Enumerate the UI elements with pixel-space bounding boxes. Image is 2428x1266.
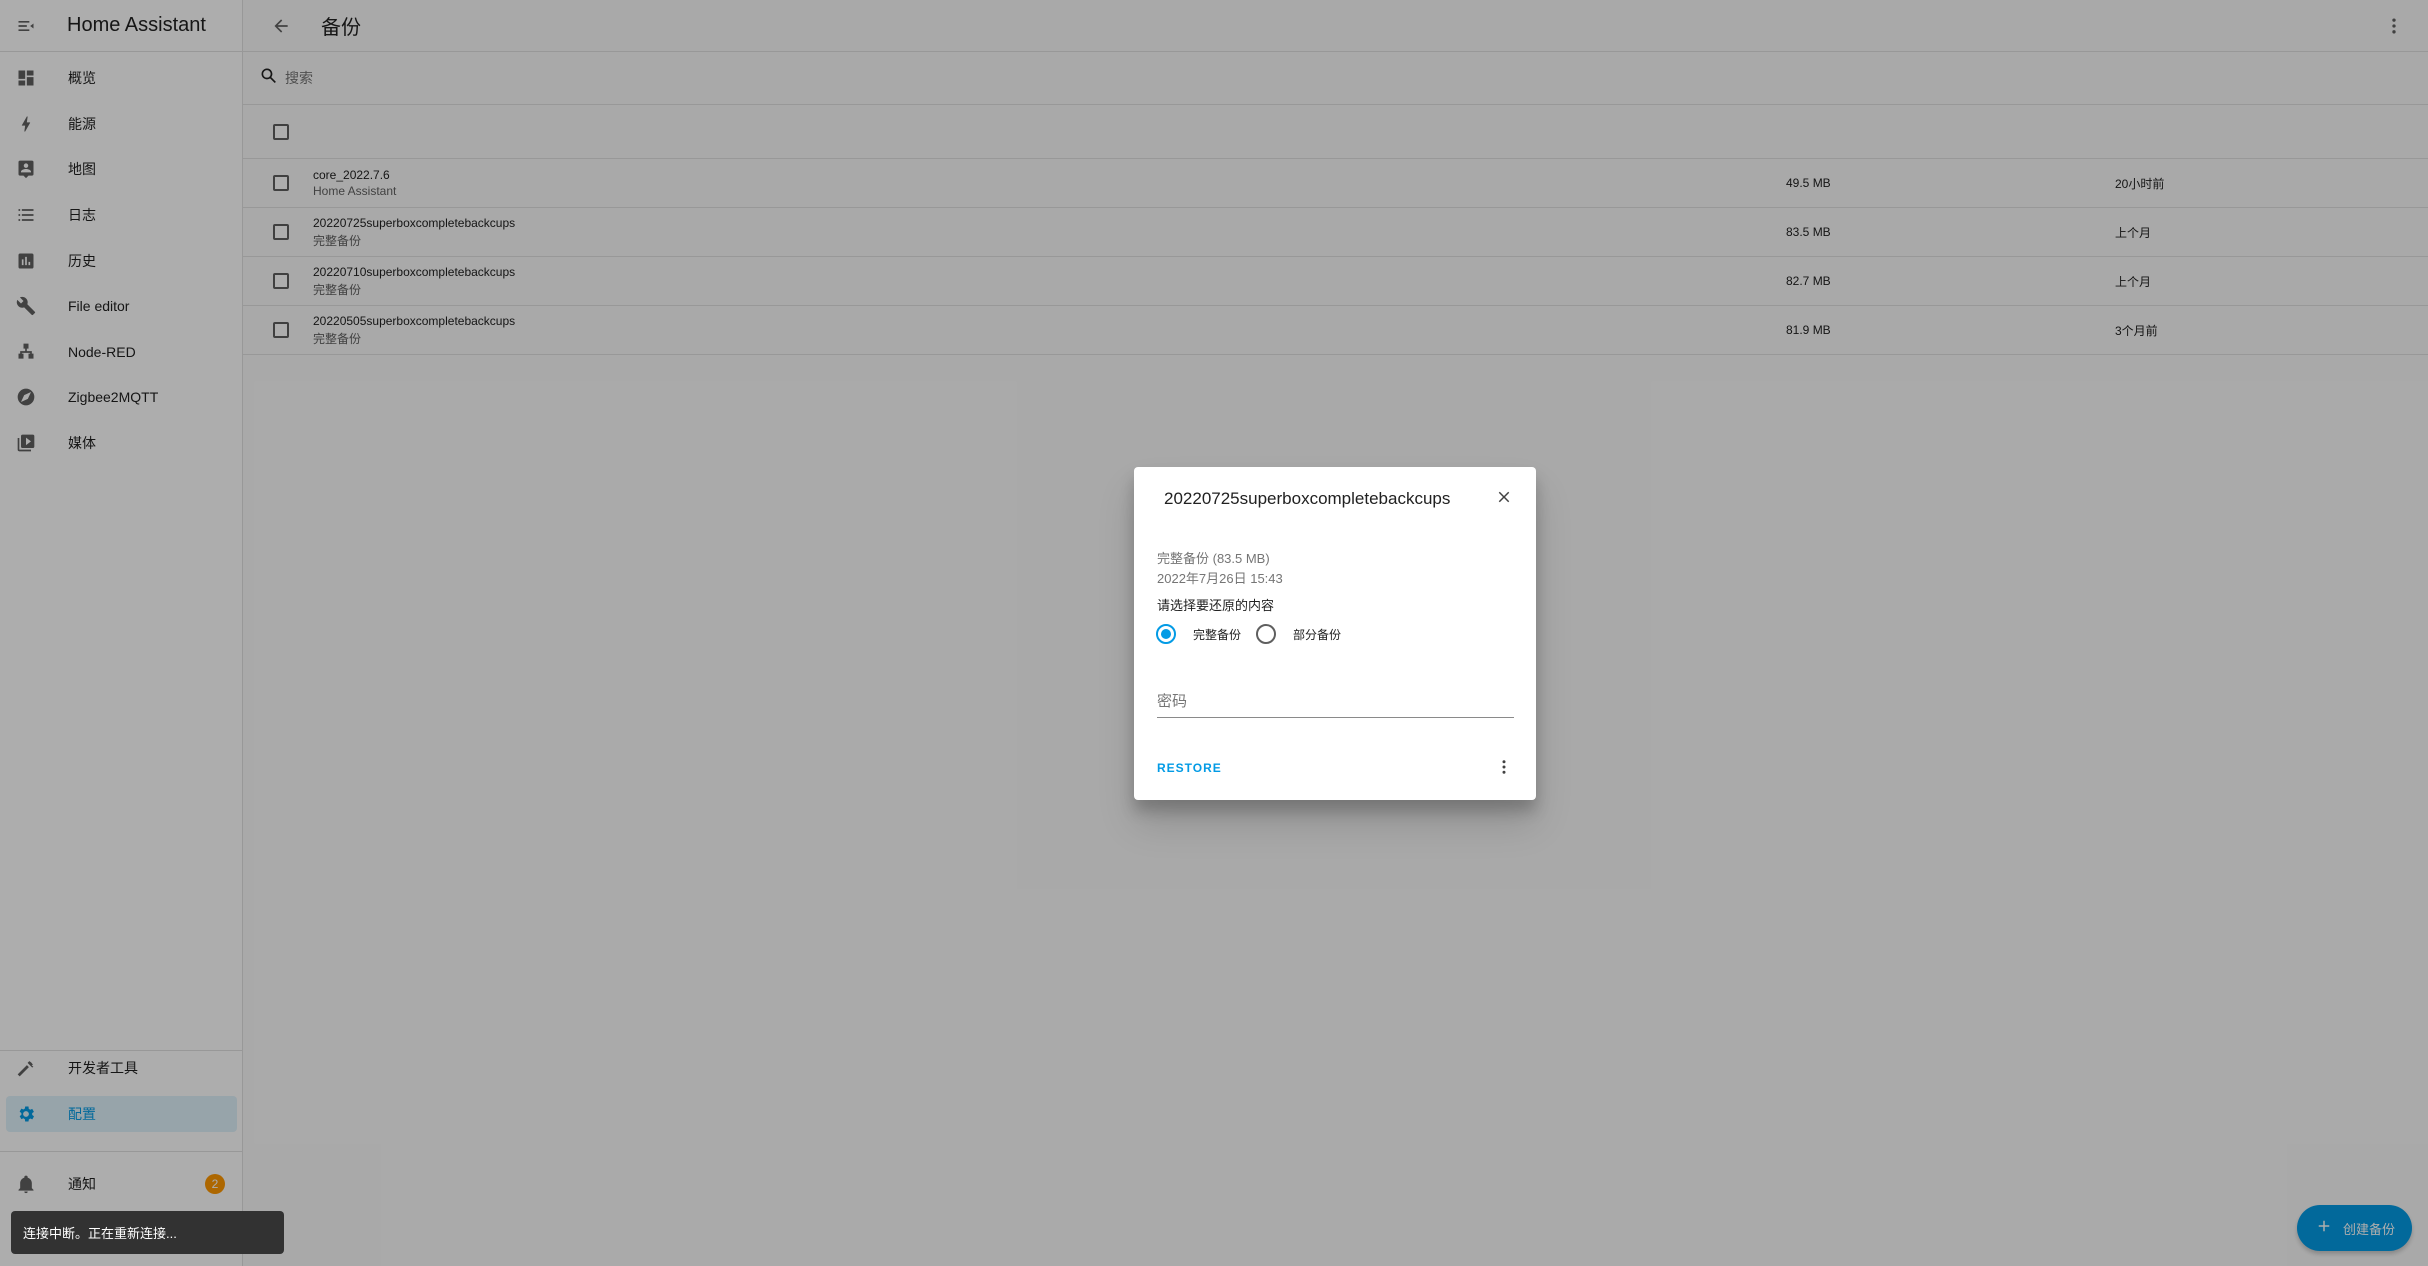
password-field[interactable] [1157, 686, 1514, 718]
restore-button[interactable]: RESTORE [1157, 761, 1222, 775]
close-icon[interactable] [1492, 485, 1516, 509]
radio-partial-backup[interactable] [1256, 624, 1277, 644]
radio-full-backup-label: 完整备份 [1193, 627, 1242, 642]
restore-dialog: 20220725superboxcompletebackcups 完整备份 (8… [1134, 467, 1536, 800]
dialog-overflow-menu-icon[interactable] [1492, 755, 1516, 779]
radio-partial-backup-label: 部分备份 [1293, 627, 1342, 642]
radio-full-backup[interactable] [1156, 624, 1176, 644]
backup-date: 2022年7月26日 15:43 [1157, 571, 1283, 586]
connection-toast: 连接中断。正在重新连接... [11, 1211, 284, 1254]
toast-text: 连接中断。正在重新连接... [23, 1226, 177, 1241]
dialog-title: 20220725superboxcompletebackcups [1164, 489, 1451, 508]
backup-type-size: 完整备份 (83.5 MB) [1157, 551, 1270, 566]
restore-prompt: 请选择要还原的内容 [1157, 598, 1275, 613]
restore-type-radio-group: 完整备份 部分备份 [1156, 624, 1356, 644]
